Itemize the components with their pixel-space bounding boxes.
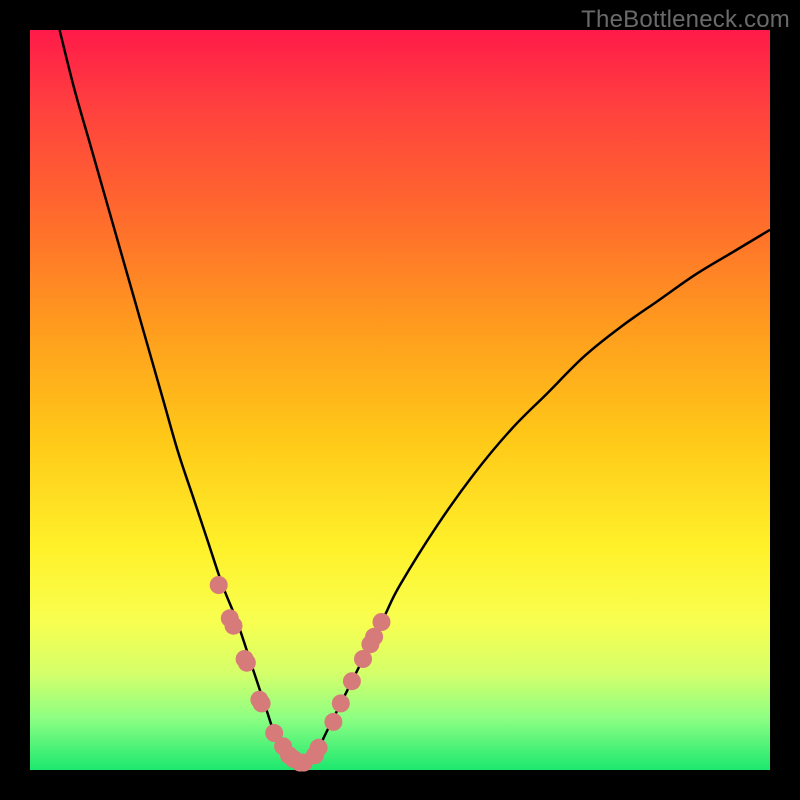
marker-dot [324, 713, 342, 731]
marker-dot [238, 654, 256, 672]
marker-dot [210, 576, 228, 594]
plot-area [30, 30, 770, 770]
chart-frame: TheBottleneck.com [0, 0, 800, 800]
marker-dot [310, 739, 328, 757]
highlighted-points [210, 576, 391, 772]
marker-dot [373, 613, 391, 631]
marker-dot [343, 672, 361, 690]
marker-dot [253, 694, 271, 712]
bottleneck-curve [60, 30, 770, 764]
marker-dot [332, 694, 350, 712]
marker-dot [225, 617, 243, 635]
curve-layer [30, 30, 770, 770]
